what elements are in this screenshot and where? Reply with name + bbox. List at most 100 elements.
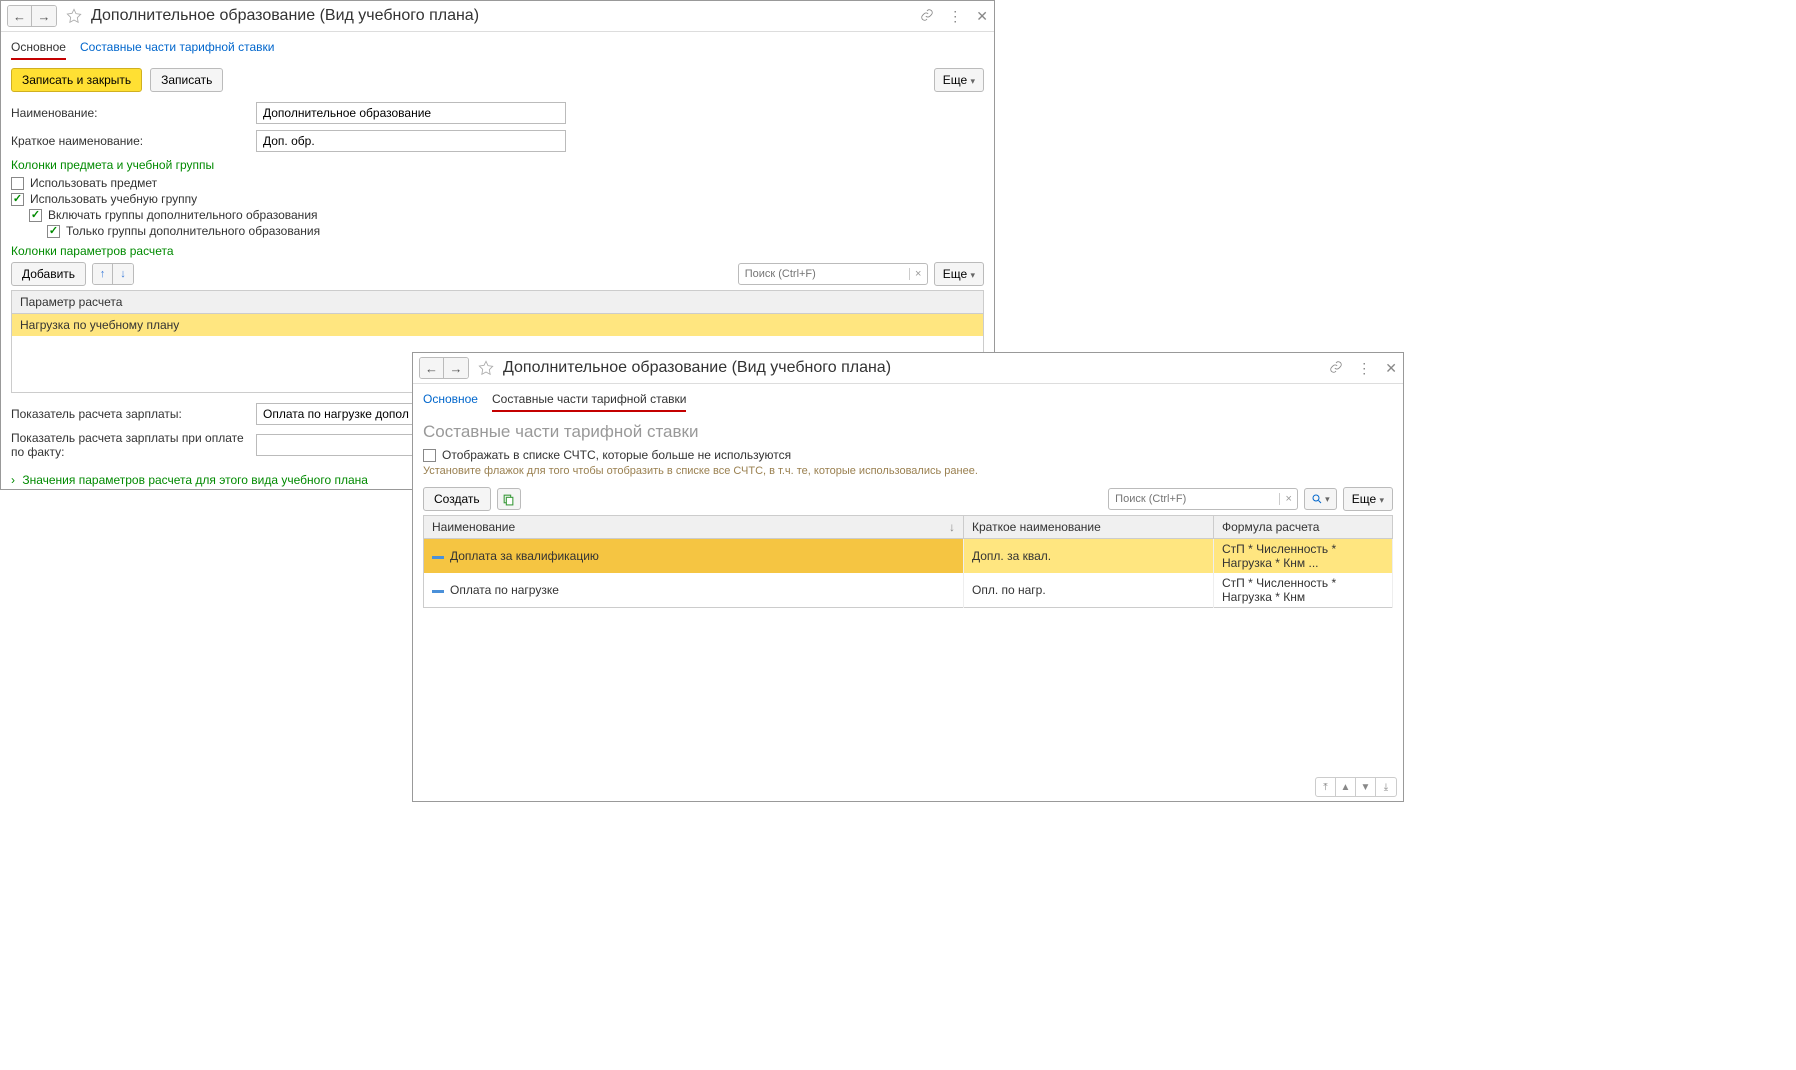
forward-button-2[interactable]: → [444,358,468,378]
window-parts: ← → Дополнительное образование (Вид учеб… [412,352,1404,802]
move-up-button[interactable]: ↑ [93,264,113,284]
link-icon[interactable] [920,8,934,25]
nav-down-button[interactable]: ▼ [1356,778,1376,796]
name-label: Наименование: [11,106,256,120]
search-dropdown-button[interactable]: ▾ [1304,488,1337,510]
parts-table: Наименование↓ Краткое наименование Форму… [423,515,1393,608]
list-toolbar: Создать × ▾ Еще ▾ [423,487,1393,511]
copy-button[interactable] [497,488,521,510]
titlebar: ← → Дополнительное образование (Вид учеб… [1,1,994,32]
content-2: Составные части тарифной ставки Отобража… [413,412,1403,616]
params-grid-row[interactable]: Нагрузка по учебному плану [12,314,983,336]
indicator-input[interactable] [256,403,416,425]
cell-name: Доплата за квалификацию [450,549,599,563]
tabs: Основное Составные части тарифной ставки [1,32,994,60]
move-down-button[interactable]: ↓ [113,264,133,284]
include-groups-checkbox[interactable] [29,209,42,222]
forward-button[interactable]: → [32,6,56,26]
star-icon [478,360,494,376]
page-subtitle: Составные части тарифной ставки [423,422,1393,442]
col-formula-header[interactable]: Формула расчета [1214,516,1393,539]
show-unused-label: Отображать в списке СЧТС, которые больше… [442,448,791,462]
menu-icon[interactable]: ⋮ [948,8,962,25]
show-unused-checkbox[interactable] [423,449,436,462]
list-more-button[interactable]: Еще ▾ [1343,487,1393,511]
favorite-button-2[interactable] [477,359,495,377]
section-params-header: Колонки параметров расчета [11,244,984,258]
use-subject-label: Использовать предмет [30,176,157,190]
only-groups-label: Только группы дополнительного образовани… [66,224,320,238]
move-buttons: ↑ ↓ [92,263,134,285]
col-name-header[interactable]: Наименование↓ [424,516,964,539]
close-icon-2[interactable]: ✕ [1385,360,1397,377]
nav-buttons-2: ← → [419,357,469,379]
hint-text: Установите флажок для того чтобы отобраз… [423,464,1393,479]
params-search[interactable]: × [738,263,928,285]
row-marker-icon [432,590,444,593]
tab-main[interactable]: Основное [11,40,66,60]
link-icon-2[interactable] [1329,360,1343,377]
only-groups-checkbox[interactable] [47,225,60,238]
params-toolbar: Добавить ↑ ↓ × Еще ▾ [11,262,984,286]
only-groups-row[interactable]: Только группы дополнительного образовани… [47,224,984,238]
params-search-input[interactable] [739,268,909,280]
title-controls-2: ⋮ ✕ [1329,360,1397,377]
back-button[interactable]: ← [8,6,32,26]
list-search-input[interactable] [1109,493,1279,505]
copy-icon [502,493,515,506]
include-groups-label: Включать группы дополнительного образова… [48,208,318,222]
tabs-2: Основное Составные части тарифной ставки [413,384,1403,412]
show-unused-row[interactable]: Отображать в списке СЧТС, которые больше… [423,448,1393,462]
window-title: Дополнительное образование (Вид учебного… [91,7,920,25]
use-group-row[interactable]: Использовать учебную группу [11,192,984,206]
use-group-checkbox[interactable] [11,193,24,206]
table-row[interactable]: Оплата по нагрузке Опл. по нагр. СтП * Ч… [424,573,1393,608]
section-subject-header: Колонки предмета и учебной группы [11,158,984,172]
cell-short: Допл. за квал. [964,539,1214,574]
shortname-label: Краткое наименование: [11,134,256,148]
indicator-fact-input[interactable] [256,434,416,456]
table-nav-footer: ⤒ ▲ ▼ ⤓ [1315,777,1397,797]
indicator-fact-label: Показатель расчета зарплаты при оплате п… [11,431,256,459]
params-more-button[interactable]: Еще ▾ [934,262,984,286]
save-close-button[interactable]: Записать и закрыть [11,68,142,92]
include-groups-row[interactable]: Включать группы дополнительного образова… [29,208,984,222]
save-button[interactable]: Записать [150,68,223,92]
magnifier-icon [1311,493,1323,505]
cell-formula: СтП * Численность * Нагрузка * Кнм [1214,573,1393,608]
close-icon[interactable]: ✕ [976,8,988,25]
table-row[interactable]: Доплата за квалификацию Допл. за квал. С… [424,539,1393,574]
create-button[interactable]: Создать [423,487,491,511]
list-search[interactable]: × [1108,488,1298,510]
params-grid-header[interactable]: Параметр расчета [12,291,983,314]
nav-up-button[interactable]: ▲ [1336,778,1356,796]
favorite-button[interactable] [65,7,83,25]
params-search-clear[interactable]: × [909,268,927,280]
menu-icon-2[interactable]: ⋮ [1357,360,1371,377]
list-search-clear[interactable]: × [1279,493,1297,505]
titlebar-2: ← → Дополнительное образование (Вид учеб… [413,353,1403,384]
more-button[interactable]: Еще ▾ [934,68,984,92]
use-group-label: Использовать учебную группу [30,192,197,206]
name-input[interactable] [256,102,566,124]
nav-last-button[interactable]: ⤓ [1376,778,1396,796]
cell-short: Опл. по нагр. [964,573,1214,608]
star-icon [66,8,82,24]
name-row: Наименование: [11,102,984,124]
shortname-input[interactable] [256,130,566,152]
back-button-2[interactable]: ← [420,358,444,378]
title-controls: ⋮ ✕ [920,8,988,25]
expand-params-label: Значения параметров расчета для этого ви… [22,473,368,487]
tab-main-2[interactable]: Основное [423,392,478,412]
window-title-2: Дополнительное образование (Вид учебного… [503,359,1329,377]
nav-buttons: ← → [7,5,57,27]
use-subject-checkbox[interactable] [11,177,24,190]
add-button[interactable]: Добавить [11,262,86,286]
nav-first-button[interactable]: ⤒ [1316,778,1336,796]
tab-parts-2[interactable]: Составные части тарифной ставки [492,392,686,412]
expand-params-link[interactable]: › Значения параметров расчета для этого … [11,473,368,487]
chevron-right-icon: › [11,473,15,487]
use-subject-row[interactable]: Использовать предмет [11,176,984,190]
col-short-header[interactable]: Краткое наименование [964,516,1214,539]
tab-parts[interactable]: Составные части тарифной ставки [80,40,274,60]
